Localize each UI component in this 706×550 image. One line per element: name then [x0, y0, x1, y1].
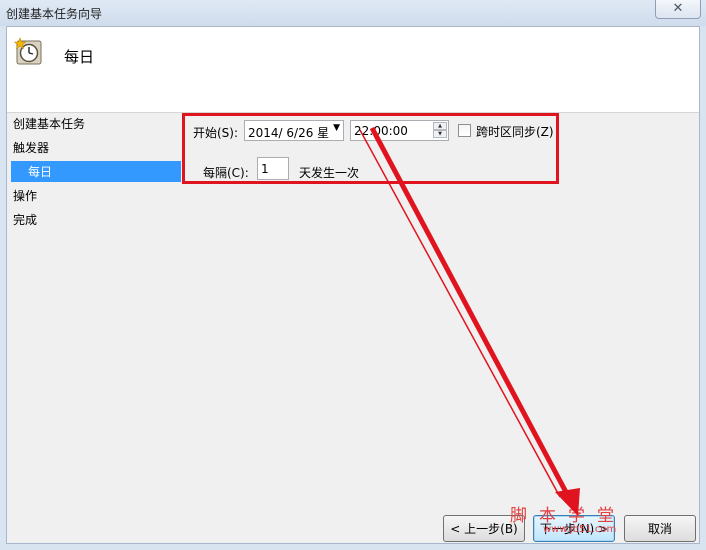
wizard-frame: 每日 创建基本任务 触发器 每日 操作 完成 开始(S): 2014/ 6/26… — [6, 26, 700, 544]
close-button[interactable]: ✕ — [655, 0, 701, 19]
annotation-highlight-box — [182, 113, 559, 184]
clock-icon — [14, 37, 42, 65]
step-trigger[interactable]: 触发器 — [13, 139, 49, 156]
title-bar: 创建基本任务向导 ✕ — [0, 0, 706, 26]
step-finish[interactable]: 完成 — [13, 211, 37, 228]
step-action[interactable]: 操作 — [13, 187, 37, 204]
watermark-text: 脚本学堂 — [510, 506, 626, 526]
step-create-basic-task[interactable]: 创建基本任务 — [13, 115, 85, 132]
cancel-button[interactable]: 取消 — [624, 515, 696, 542]
wizard-header: 每日 — [7, 27, 699, 113]
watermark-url: www.jb51.com — [543, 524, 617, 535]
step-daily-label: 每日 — [28, 165, 53, 179]
page-title: 每日 — [64, 48, 95, 66]
window-title: 创建基本任务向导 — [6, 7, 103, 21]
step-daily[interactable]: 每日 — [11, 161, 181, 182]
